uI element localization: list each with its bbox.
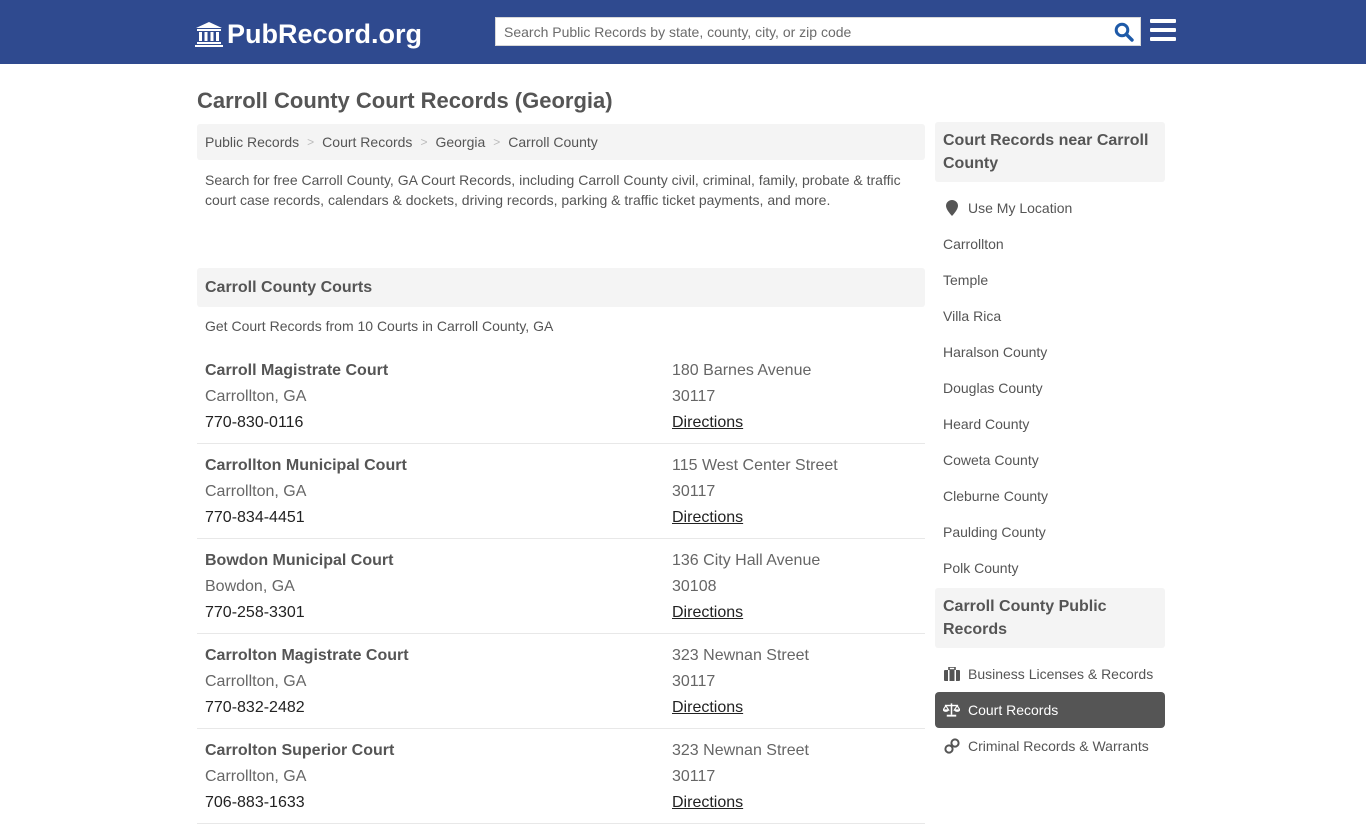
handcuffs-icon [943, 738, 960, 754]
hamburger-icon [1150, 19, 1176, 23]
breadcrumb-separator: > [307, 135, 315, 149]
breadcrumb-court-records[interactable]: Court Records [322, 134, 412, 150]
nearby-link-cleburne-county[interactable]: Cleburne County [935, 478, 1165, 514]
use-my-location-label: Use My Location [968, 200, 1073, 216]
scale-icon [943, 702, 960, 718]
directions-link[interactable]: Directions [672, 509, 743, 526]
court-listing: Carroll Magistrate Court Carrollton, GA … [197, 349, 925, 444]
use-my-location-link[interactable]: Use My Location [935, 190, 1165, 226]
court-address: 323 Newnan Street [672, 742, 809, 759]
breadcrumb-separator: > [420, 135, 428, 149]
sidebar-item-business-licenses[interactable]: Business Licenses & Records [935, 656, 1165, 692]
court-listing: Carrolton Superior Court Carrollton, GA … [197, 729, 925, 824]
directions-link[interactable]: Directions [672, 414, 743, 431]
courts-section-title: Carroll County Courts [197, 268, 925, 307]
court-city: Carrollton, GA [205, 483, 307, 500]
court-zip: 30117 [672, 673, 716, 690]
court-listing: Bowdon Municipal Court Bowdon, GA 770-25… [197, 539, 925, 634]
court-city: Carrollton, GA [205, 673, 307, 690]
sidebar-item-court-records[interactable]: Court Records [935, 692, 1165, 728]
nearby-link-villa-rica[interactable]: Villa Rica [935, 298, 1165, 334]
breadcrumb-public-records[interactable]: Public Records [205, 134, 299, 150]
court-address: 323 Newnan Street [672, 647, 809, 664]
breadcrumb-georgia[interactable]: Georgia [435, 134, 485, 150]
court-phone[interactable]: 770-258-3301 [205, 600, 672, 626]
court-zip: 30117 [672, 388, 716, 405]
page-title: Carroll County Court Records (Georgia) [197, 88, 613, 113]
search-button[interactable] [1112, 21, 1136, 43]
intro-text: Search for free Carroll County, GA Court… [205, 172, 901, 208]
sidebar-item-label: Court Records [968, 702, 1059, 718]
sidebar: Court Records near Carroll County Use My… [935, 122, 1165, 764]
public-records-title: Carroll County Public Records [935, 588, 1165, 648]
map-marker-icon [943, 200, 960, 216]
nearby-title: Court Records near Carroll County [935, 122, 1165, 182]
nearby-list: Use My Location Carrollton Temple Villa … [935, 182, 1165, 586]
menu-button[interactable] [1150, 19, 1176, 43]
court-listing: Carrollton Municipal Court Carrollton, G… [197, 444, 925, 539]
search-icon [1114, 22, 1134, 42]
court-phone[interactable]: 770-830-0116 [205, 410, 672, 436]
courts-section-subtitle: Get Court Records from 10 Courts in Carr… [205, 318, 554, 334]
court-name: Carrolton Superior Court [205, 742, 395, 759]
nearby-link-paulding-county[interactable]: Paulding County [935, 514, 1165, 550]
nearby-link-heard-county[interactable]: Heard County [935, 406, 1165, 442]
sidebar-item-label: Criminal Records & Warrants [968, 738, 1149, 754]
breadcrumb-separator: > [493, 135, 501, 149]
nearby-link-coweta-county[interactable]: Coweta County [935, 442, 1165, 478]
court-listing: Carrolton Magistrate Court Carrollton, G… [197, 634, 925, 729]
search-box [495, 17, 1141, 46]
court-city: Carrollton, GA [205, 388, 307, 405]
search-input[interactable] [496, 18, 1096, 45]
site-header: PubRecord.org [0, 0, 1366, 64]
court-zip: 30108 [672, 578, 717, 595]
court-name: Bowdon Municipal Court [205, 552, 394, 569]
directions-link[interactable]: Directions [672, 604, 743, 621]
court-address: 115 West Center Street [672, 457, 838, 474]
court-name: Carroll Magistrate Court [205, 362, 389, 379]
logo-text: PubRecord.org [227, 18, 423, 49]
nearby-link-polk-county[interactable]: Polk County [935, 550, 1165, 586]
directions-link[interactable]: Directions [672, 794, 743, 811]
sidebar-item-label: Business Licenses & Records [968, 666, 1154, 682]
court-phone[interactable]: 770-832-2482 [205, 695, 672, 721]
sidebar-item-criminal-records[interactable]: Criminal Records & Warrants [935, 728, 1165, 764]
court-zip: 30117 [672, 483, 716, 500]
directions-link[interactable]: Directions [672, 699, 743, 716]
nearby-link-carrollton[interactable]: Carrollton [935, 226, 1165, 262]
nearby-link-temple[interactable]: Temple [935, 262, 1165, 298]
court-address: 180 Barnes Avenue [672, 362, 812, 379]
court-name: Carrolton Magistrate Court [205, 647, 409, 664]
site-logo[interactable]: PubRecord.org [195, 17, 422, 51]
briefcase-icon [943, 666, 960, 682]
breadcrumb-carroll-county[interactable]: Carroll County [508, 134, 597, 150]
court-name: Carrollton Municipal Court [205, 457, 407, 474]
courthouse-icon [195, 21, 223, 47]
court-phone[interactable]: 706-883-1633 [205, 790, 672, 816]
nearby-link-haralson-county[interactable]: Haralson County [935, 334, 1165, 370]
nearby-link-douglas-county[interactable]: Douglas County [935, 370, 1165, 406]
court-phone[interactable]: 770-834-4451 [205, 505, 672, 531]
court-address: 136 City Hall Avenue [672, 552, 821, 569]
main-content: Public Records > Court Records > Georgia… [197, 124, 925, 824]
court-city: Bowdon, GA [205, 578, 295, 595]
public-records-list: Business Licenses & Records Court Record… [935, 648, 1165, 764]
breadcrumb: Public Records > Court Records > Georgia… [197, 124, 925, 160]
